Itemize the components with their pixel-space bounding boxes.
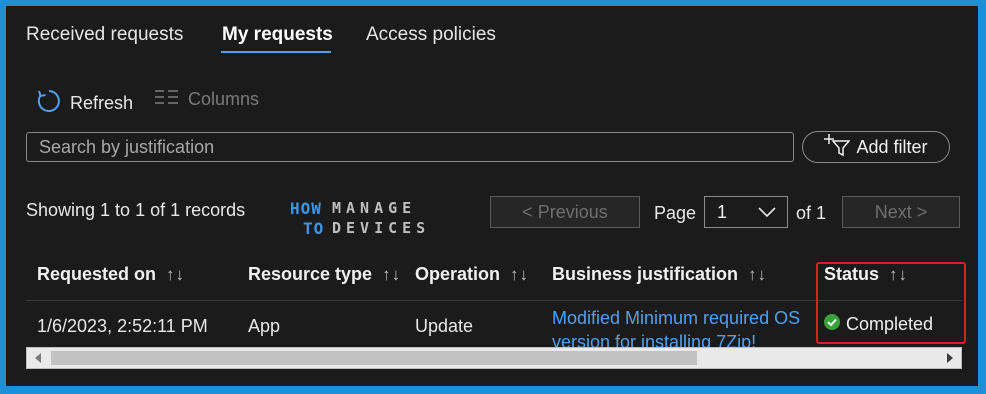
watermark-logo: HOW TO MANAGE DEVICES [288,195,428,241]
sort-icon: ↑↓ [382,264,402,284]
record-count: Showing 1 to 1 of 1 records [26,200,246,220]
column-header-resource-type[interactable]: Resource type ↑↓ [248,264,401,285]
page-select[interactable]: 1 [704,196,788,228]
columns-label: Columns [188,89,260,109]
active-tab-indicator [221,51,331,53]
cell-requested-on: 1/6/2023, 2:52:11 PM [37,316,208,336]
page-select-value: 1 [717,201,728,222]
column-header-label: Business justification [552,264,739,284]
columns-button[interactable]: Columns [154,88,259,111]
next-button[interactable]: Next > [842,196,960,228]
scroll-left-icon[interactable] [35,353,41,363]
column-header-label: Operation [415,264,501,284]
add-filter-button[interactable]: Add filter [802,131,950,163]
search-input[interactable] [26,132,794,162]
sort-icon: ↑↓ [748,264,768,284]
requests-panel: Received requests My requests Access pol… [6,6,978,386]
scroll-right-icon[interactable] [947,353,953,363]
logo-how: HOW [290,199,322,218]
tab-received-requests[interactable]: Received requests [26,24,183,46]
tab-my-requests[interactable]: My requests [222,24,333,46]
chevron-down-icon [757,202,777,227]
add-filter-label: Add filter [856,136,928,157]
refresh-label: Refresh [70,93,134,113]
tab-access-policies[interactable]: Access policies [366,24,496,46]
column-header-business-justification[interactable]: Business justification ↑↓ [552,264,767,285]
cell-operation: Update [415,316,474,336]
column-header-label: Resource type [248,264,373,284]
logo-manage: MANAGE [332,199,417,217]
sort-icon: ↑↓ [510,264,530,284]
page-label: Page [654,203,697,223]
scrollbar-thumb[interactable] [51,351,697,365]
page-total: of 1 [796,203,827,223]
add-filter-icon [824,133,852,162]
sort-icon: ↑↓ [166,264,186,284]
cell-resource-type: App [248,316,281,336]
column-header-requested-on[interactable]: Requested on ↑↓ [37,264,185,285]
column-header-operation[interactable]: Operation ↑↓ [415,264,529,285]
logo-to: TO [303,219,325,238]
column-header-label: Requested on [37,264,157,284]
logo-devices: DEVICES [332,219,431,237]
previous-button[interactable]: < Previous [490,196,640,228]
horizontal-scrollbar[interactable] [26,347,962,369]
refresh-button[interactable]: Refresh [36,88,133,119]
status-highlight-box [816,262,966,344]
columns-icon [154,88,180,111]
refresh-icon [36,88,62,119]
